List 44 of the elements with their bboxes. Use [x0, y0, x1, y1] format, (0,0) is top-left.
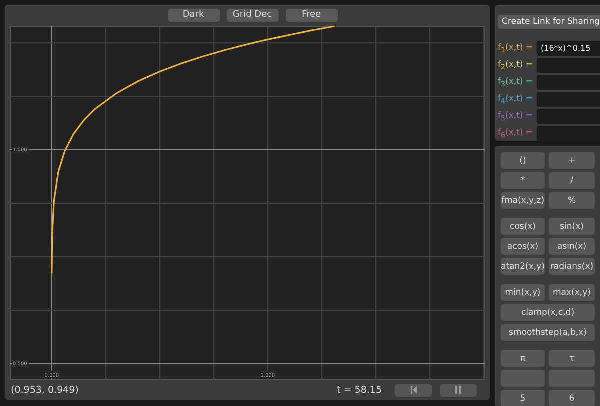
- keypad-key[interactable]: %: [549, 192, 595, 209]
- function-input-field[interactable]: [537, 92, 600, 107]
- pause-icon: [455, 386, 462, 394]
- keypad-key[interactable]: min(x,y): [501, 284, 545, 301]
- keypad-key[interactable]: acos(x): [501, 238, 545, 255]
- keypad-key[interactable]: asin(x): [549, 238, 595, 255]
- keypad-key[interactable]: radians(x): [549, 258, 595, 275]
- function-label: f$_{1}$(x,t) =: [498, 42, 534, 54]
- function-input-field[interactable]: [537, 75, 600, 90]
- keypad-key[interactable]: π: [501, 350, 545, 367]
- keypad-key[interactable]: +: [549, 152, 595, 169]
- keypad-key[interactable]: cos(x): [501, 218, 545, 235]
- function-label: f$_{6}$(x,t) =: [498, 128, 534, 140]
- toolbar-button[interactable]: Dark: [168, 9, 220, 22]
- keypad-key[interactable]: fma(x,y,z): [501, 192, 545, 209]
- keypad-key[interactable]: [549, 370, 595, 387]
- function-input-field[interactable]: [537, 126, 600, 141]
- cursor-coordinates: (0.953, 0.949): [11, 384, 79, 396]
- keypad-key[interactable]: atan2(x,y): [501, 258, 545, 275]
- keypad-key[interactable]: smoothstep(a,b,x): [501, 324, 595, 341]
- function-input-field[interactable]: [537, 58, 600, 73]
- share-link-button[interactable]: Create Link for Sharing: [498, 15, 600, 29]
- toolbar-button[interactable]: Grid Dec: [226, 9, 278, 22]
- keypad-key[interactable]: max(x,y): [549, 284, 595, 301]
- skip-back-icon: [410, 386, 418, 394]
- function-input-field[interactable]: [537, 109, 600, 124]
- restart-button[interactable]: [395, 384, 432, 396]
- pause-button[interactable]: [440, 384, 477, 396]
- keypad-key[interactable]: /: [549, 172, 595, 189]
- keypad-key[interactable]: *: [501, 172, 545, 189]
- function-label: f$_{2}$(x,t) =: [498, 60, 534, 72]
- keypad-key[interactable]: (): [501, 152, 545, 169]
- keypad-key[interactable]: sin(x): [549, 218, 595, 235]
- keypad-key[interactable]: τ: [549, 350, 595, 367]
- time-readout: t = 58.15: [337, 384, 382, 396]
- keypad-key[interactable]: clamp(x,c,d): [501, 304, 595, 321]
- toolbar-button[interactable]: Free: [286, 9, 338, 22]
- function-label: f$_{4}$(x,t) =: [498, 94, 534, 106]
- keypad-key[interactable]: [501, 370, 545, 387]
- function-label: f$_{5}$(x,t) =: [498, 110, 534, 122]
- function-label: f$_{3}$(x,t) =: [498, 76, 534, 88]
- keypad-key[interactable]: 6: [549, 390, 595, 406]
- function-input-field[interactable]: (16*x)^0.15: [537, 41, 600, 56]
- keypad-key[interactable]: 5: [501, 390, 545, 406]
